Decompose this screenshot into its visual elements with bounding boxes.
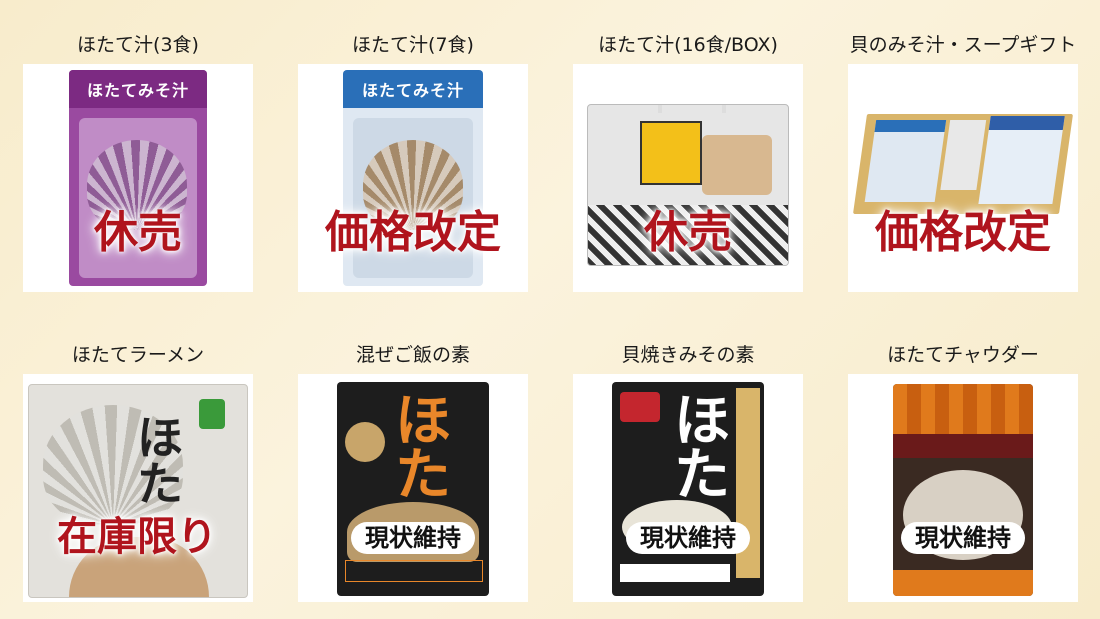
product-title: ほたてチャウダー: [887, 344, 1039, 366]
product-title: ほたて汁(7食): [352, 34, 474, 56]
package-label: ほたてみそ汁: [343, 70, 483, 108]
status-label: 価格改定: [325, 207, 501, 258]
package-illustration: ほた: [612, 382, 764, 596]
product-image[interactable]: 価格改定: [848, 64, 1078, 292]
product-title: ほたてラーメン: [71, 344, 205, 366]
status-label: 現状維持: [573, 518, 803, 554]
package-illustration: [893, 384, 1033, 596]
package-illustration: ほた: [28, 384, 248, 598]
status-label: 価格改定: [875, 207, 1051, 258]
product-image[interactable]: ほた 現状維持: [298, 374, 528, 602]
status-label: 現状維持: [298, 518, 528, 554]
product-grid: ほたて汁(3食) ほたてみそ汁 休売 ほたて汁(7食) ほたてみそ汁 価格改定 …: [0, 0, 1100, 619]
product-title: 混ぜご飯の素: [355, 344, 470, 366]
product-image[interactable]: ほたてみそ汁 休売: [23, 64, 253, 292]
product-title: 貝焼きみその素: [621, 344, 755, 366]
product-title: ほたて汁(3食): [77, 34, 199, 56]
product-title: ほたて汁(16食/BOX): [598, 34, 778, 56]
status-label: 在庫限り: [57, 514, 217, 560]
product-image[interactable]: ほたてみそ汁 価格改定: [298, 64, 528, 292]
status-label: 休売: [644, 207, 732, 258]
product-image[interactable]: ほた 在庫限り: [23, 374, 253, 602]
status-label: 休売: [94, 207, 182, 258]
package-label: ほたてみそ汁: [69, 70, 207, 108]
status-label: 現状維持: [848, 518, 1078, 554]
product-image[interactable]: ほた 現状維持: [573, 374, 803, 602]
package-illustration: ほた: [337, 382, 489, 596]
product-image[interactable]: 休売: [573, 64, 803, 292]
product-title: 貝のみそ汁・スープギフト: [849, 34, 1077, 56]
product-image[interactable]: 現状維持: [848, 374, 1078, 602]
